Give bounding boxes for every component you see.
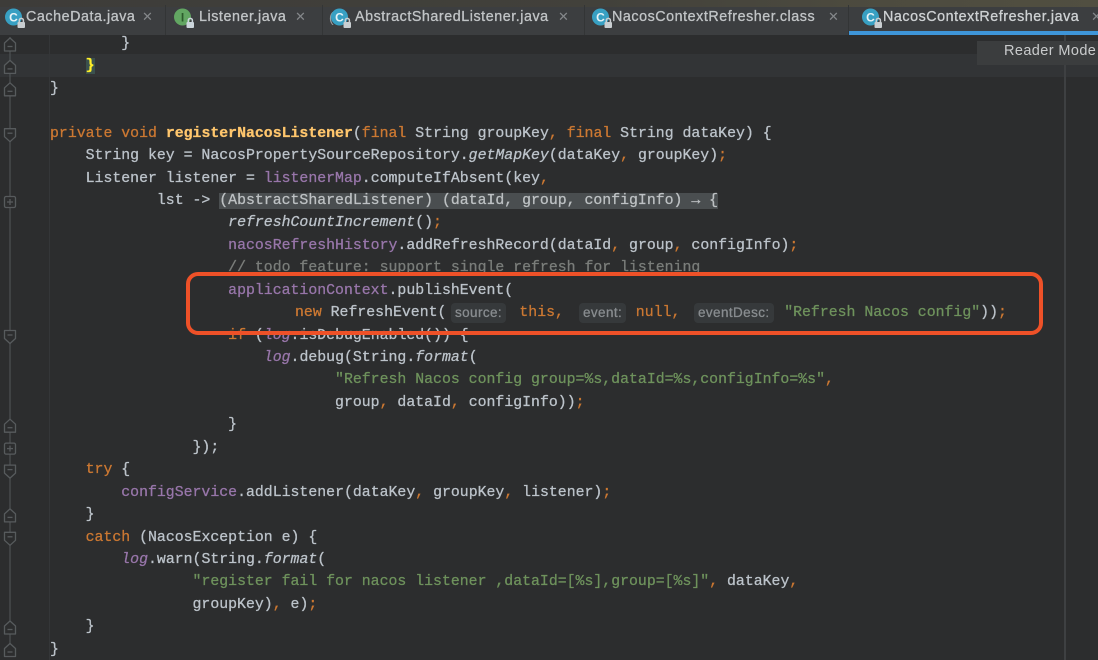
svg-text:I: I <box>181 11 184 25</box>
svg-text:C: C <box>596 11 605 25</box>
svg-text:C: C <box>335 11 344 25</box>
svg-text:C: C <box>866 11 875 25</box>
